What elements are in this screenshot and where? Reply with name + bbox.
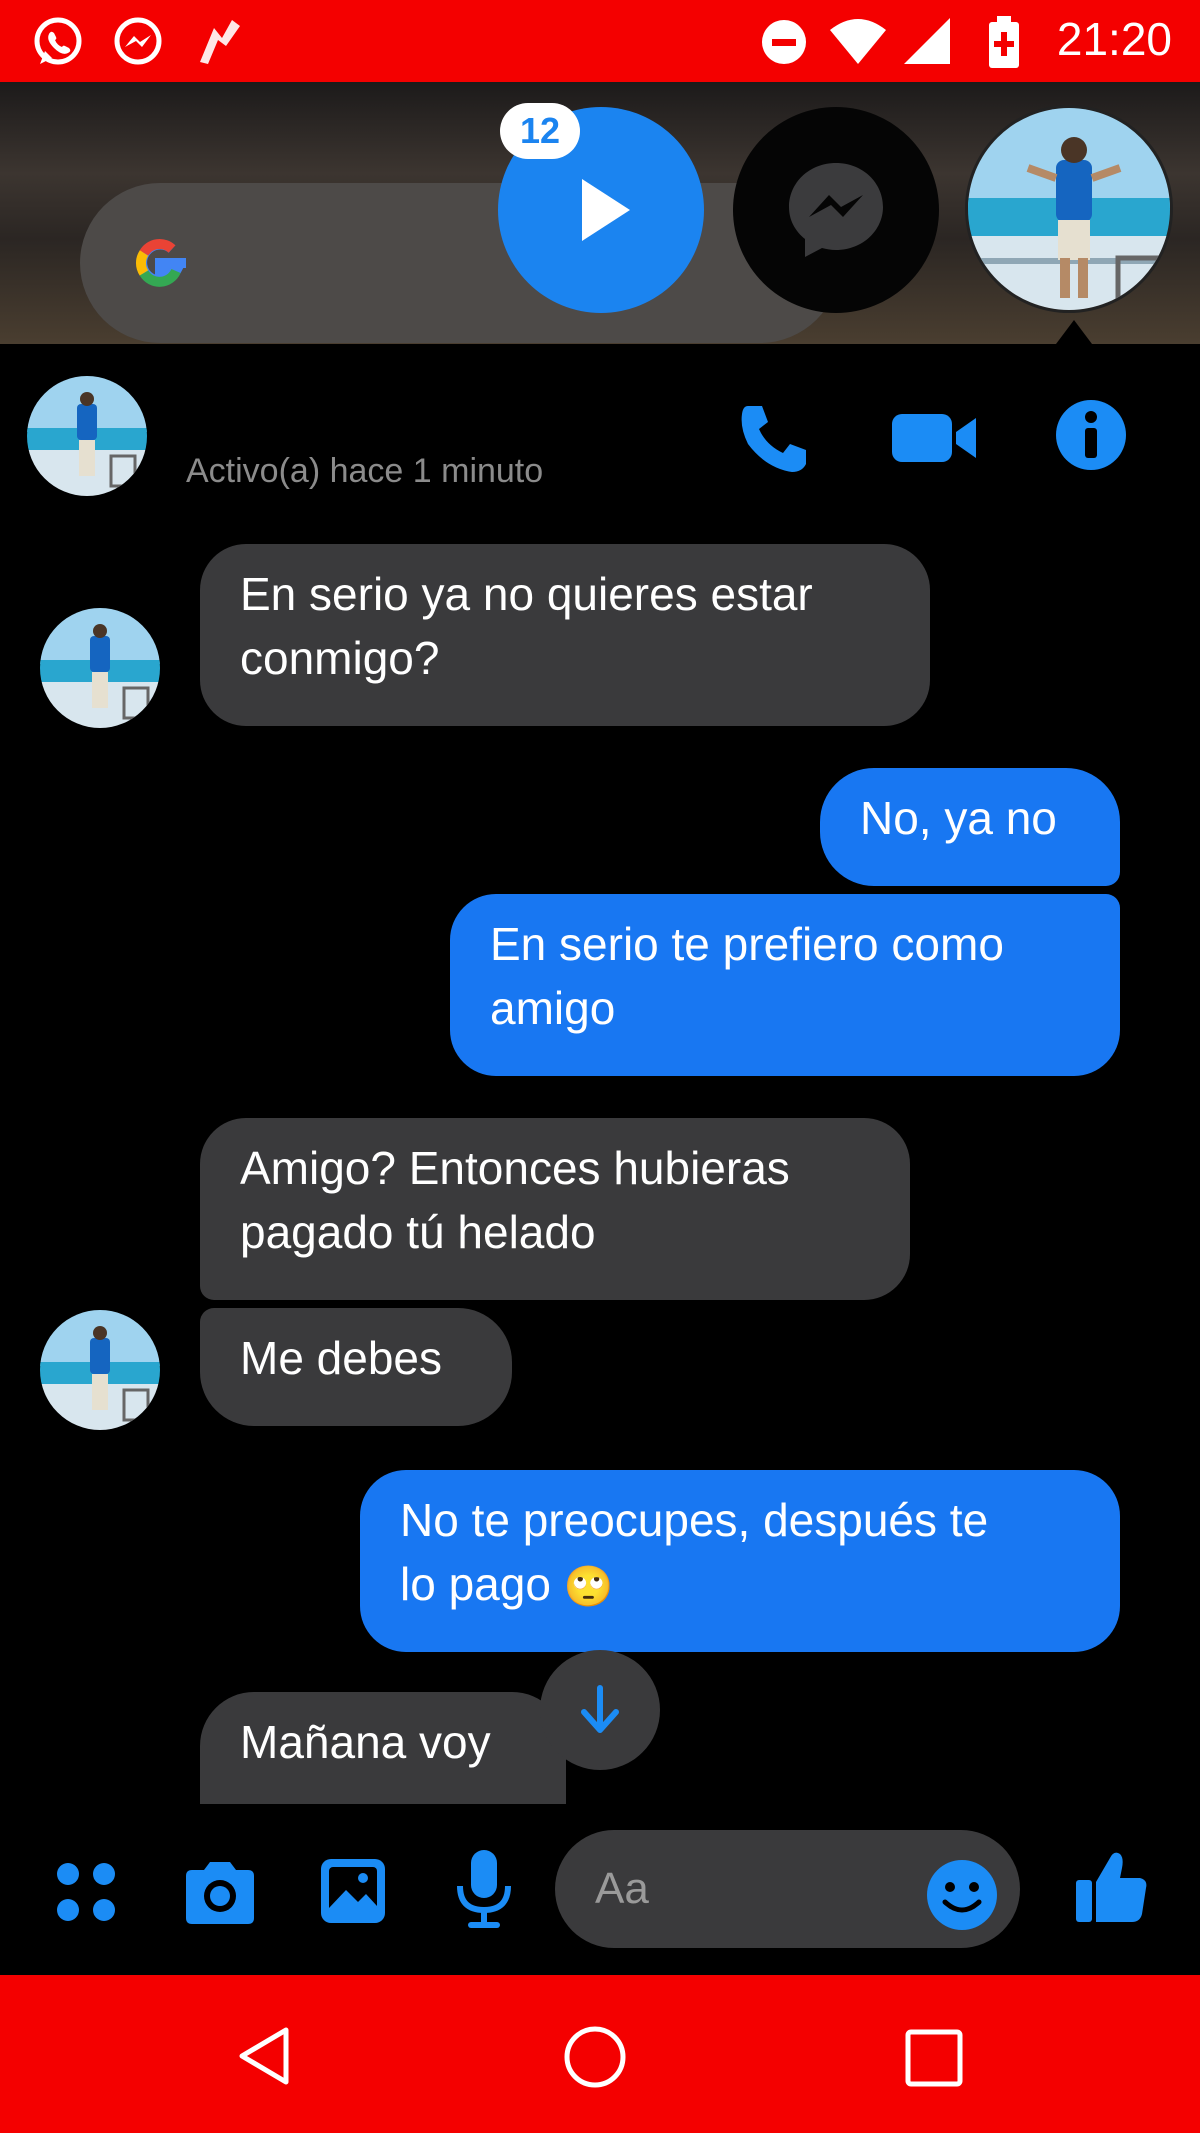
chat-head-pointer (1056, 320, 1092, 344)
incoming-message[interactable]: En serio ya no quieres estar conmigo? (200, 544, 930, 726)
recents-icon[interactable] (904, 2028, 964, 2088)
incoming-message[interactable]: Mañana voy (200, 1692, 566, 1804)
info-icon[interactable] (1054, 398, 1128, 472)
microphone-icon[interactable] (454, 1848, 514, 1932)
messenger-chat-head[interactable] (733, 107, 939, 313)
google-logo-icon (135, 239, 186, 287)
contact-photo (40, 608, 160, 728)
apps-icon[interactable] (54, 1860, 118, 1924)
contact-photo (27, 376, 147, 496)
contact-avatar-header[interactable] (27, 376, 147, 496)
whatsapp-icon (34, 17, 82, 65)
unread-count-badge: 12 (500, 103, 580, 159)
play-icon (582, 179, 630, 241)
contact-chat-head[interactable] (965, 105, 1173, 313)
signal-icon (904, 18, 950, 64)
status-bar: 21:20 (0, 0, 1200, 82)
clock: 21:20 (1056, 13, 1172, 65)
smiley-icon[interactable] (925, 1858, 999, 1932)
battery-charging-icon (989, 16, 1019, 68)
contact-photo (968, 108, 1170, 310)
phone-icon[interactable] (734, 398, 814, 478)
outgoing-message[interactable]: No te preocupes, después te lo pago 🙄 (360, 1470, 1120, 1652)
incoming-message[interactable]: Amigo? Entonces hubieras pagado tú helad… (200, 1118, 910, 1300)
camera-icon[interactable] (180, 1858, 260, 1928)
wifi-icon (830, 19, 886, 64)
google-search-bar[interactable] (80, 183, 840, 343)
active-status: Activo(a) hace 1 minuto (186, 452, 544, 490)
thumbs-up-icon[interactable] (1072, 1846, 1152, 1926)
arrow-down-icon (581, 1685, 619, 1733)
home-icon[interactable] (562, 2024, 628, 2090)
do-not-disturb-icon (762, 20, 806, 64)
back-icon[interactable] (232, 2024, 296, 2088)
gallery-icon[interactable] (318, 1856, 388, 1926)
contact-avatar[interactable] (40, 608, 160, 728)
outgoing-message[interactable]: No, ya no (820, 768, 1120, 886)
messenger-icon (114, 17, 162, 65)
video-call-icon[interactable] (890, 408, 980, 468)
messenger-icon (789, 163, 883, 257)
eye-roll-emoji: 🙄 (563, 1565, 614, 1609)
incoming-message[interactable]: Me debes (200, 1308, 512, 1426)
app-notification-icon (200, 20, 240, 64)
contact-photo (40, 1310, 160, 1430)
contact-avatar[interactable] (40, 1310, 160, 1430)
outgoing-message[interactable]: En serio te prefiero como amigo (450, 894, 1120, 1076)
scroll-to-bottom-button[interactable] (540, 1650, 660, 1770)
